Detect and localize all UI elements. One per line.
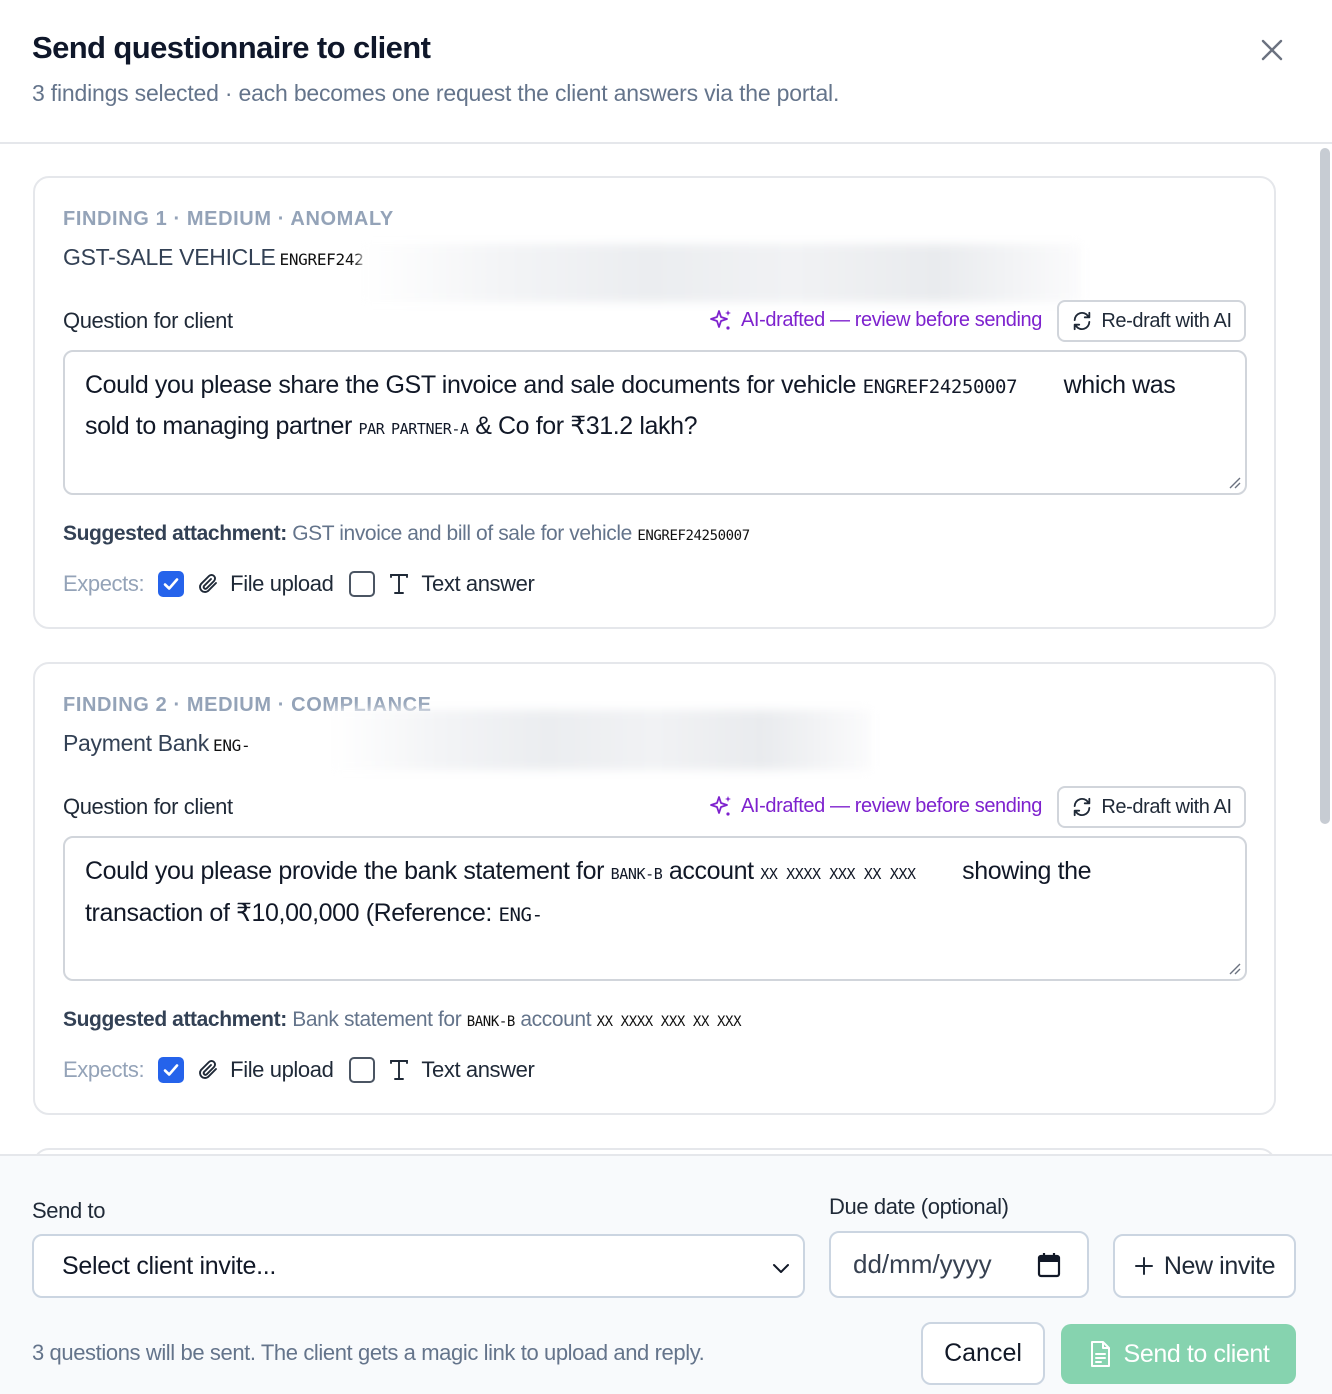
footer-note: 3 questions will be sent. The client get…: [32, 1340, 705, 1365]
dialog-title: Send questionnaire to client: [32, 30, 431, 65]
redraft-label: Re-draft with AI: [1101, 795, 1232, 818]
file-upload-checkbox[interactable]: [158, 571, 185, 597]
cancel-button[interactable]: Cancel: [921, 1322, 1045, 1385]
question-text: transaction of ₹10,00,000 (Reference:: [85, 899, 492, 927]
due-date-input[interactable]: dd/mm/yyyy: [829, 1231, 1089, 1298]
question-text: & Co for ₹31.2 lakh?: [475, 412, 698, 440]
question-text: which was: [1063, 371, 1176, 399]
expects-label: Expects:: [63, 1057, 145, 1082]
ai-drafted-text: AI-drafted — review before sending: [740, 794, 1042, 817]
expects-row: Expects: File upload Text answer: [63, 568, 535, 600]
question-text: showing the: [962, 857, 1092, 885]
question-partner: PARTNER-A: [390, 420, 469, 438]
suggested-attachment: Suggested attachment: Bank statement for…: [63, 1008, 742, 1032]
file-upload-checkbox[interactable]: [158, 1057, 185, 1083]
paperclip-icon: [194, 1058, 222, 1082]
client-invite-value: Select client invite...: [62, 1252, 277, 1280]
question-ref: ENGREF24250007: [862, 376, 1018, 398]
expects-row: Expects: File upload Text answer: [63, 1054, 535, 1086]
ai-drafted-badge: AI-drafted — review before sending: [709, 794, 1042, 818]
dialog-footer: Send to Select client invite... Due date…: [0, 1154, 1332, 1394]
new-invite-label: New invite: [1163, 1251, 1276, 1280]
sparkle-icon: [710, 310, 731, 330]
finding-title-text: GST-SALE VEHICLE: [63, 244, 276, 270]
question-text: sold to managing partner: [85, 412, 352, 440]
question-label: Question for client: [63, 794, 233, 819]
attachment-ref: ENGREF24250007: [637, 528, 750, 544]
question-partner: PAR: [358, 420, 385, 438]
resize-handle-icon[interactable]: [1227, 961, 1241, 975]
attachment-account: XX XXXX XXX XX XXX: [596, 1014, 742, 1030]
expects-label: Expects:: [63, 571, 145, 596]
refresh-icon: [1074, 311, 1091, 331]
paperclip-icon: [194, 572, 222, 596]
checkmark-icon: [163, 578, 179, 590]
send-to-client-button[interactable]: Send to client: [1061, 1324, 1296, 1384]
text-answer-checkbox[interactable]: [349, 1057, 376, 1083]
question-text: Could you please provide the bank statem…: [85, 857, 605, 885]
refresh-icon: [1074, 797, 1091, 817]
text-type-icon: [385, 1058, 413, 1082]
text-answer-label: Text answer: [421, 571, 535, 596]
resize-handle-icon[interactable]: [1227, 475, 1241, 489]
ai-drafted-badge: AI-drafted — review before sending: [709, 308, 1042, 332]
attachment-text: GST invoice and bill of sale for vehicle: [292, 522, 632, 545]
findings-list[interactable]: FINDING 1 · MEDIUM · ANOMALY GST-SALE VE…: [0, 146, 1332, 1154]
finding-card: FINDING 2 · MEDIUM · COMPLIANCE Payment …: [33, 662, 1276, 1115]
text-answer-label: Text answer: [421, 1057, 535, 1082]
redraft-label: Re-draft with AI: [1101, 309, 1232, 332]
finding-card: FINDING 1 · MEDIUM · ANOMALY GST-SALE VE…: [33, 176, 1276, 629]
question-text: account: [668, 857, 754, 885]
new-invite-button[interactable]: New invite: [1113, 1234, 1296, 1298]
dialog-header: Send questionnaire to client 3 findings …: [0, 0, 1332, 144]
redacted-area: [331, 710, 871, 770]
attachment-label: Suggested attachment:: [63, 522, 287, 545]
finding-label: FINDING 1 · MEDIUM · ANOMALY: [63, 208, 394, 230]
client-invite-select[interactable]: Select client invite...: [32, 1234, 805, 1298]
suggested-attachment: Suggested attachment: GST invoice and bi…: [63, 522, 750, 546]
question-text: Could you please share the GST invoice a…: [85, 371, 857, 399]
due-date-placeholder: dd/mm/yyyy: [853, 1249, 992, 1279]
scrollbar-thumb[interactable]: [1320, 148, 1330, 824]
calendar-icon[interactable]: [1037, 1252, 1061, 1278]
attachment-text: account: [520, 1008, 592, 1031]
redraft-button[interactable]: Re-draft with AI: [1057, 300, 1246, 342]
finding-title: Payment Bank ENG-: [63, 730, 251, 757]
attachment-label: Suggested attachment:: [63, 1008, 287, 1031]
document-icon: [1090, 1341, 1110, 1367]
question-account: XX XXXX XXX XX XXX: [760, 865, 916, 883]
finding-ref: ENGREF242: [279, 250, 364, 269]
text-answer-checkbox[interactable]: [349, 571, 376, 597]
send-to-label: Send to: [32, 1198, 106, 1223]
redacted-area: [361, 244, 1081, 302]
due-date-label: Due date (optional): [829, 1194, 1009, 1219]
file-upload-label: File upload: [230, 1057, 334, 1082]
question-label: Question for client: [63, 308, 233, 333]
sparkle-icon: [710, 796, 731, 816]
finding-title-text: Payment Bank: [63, 730, 209, 756]
finding-ref: ENG-: [212, 736, 251, 755]
question-textarea[interactable]: Could you please provide the bank statem…: [63, 836, 1247, 981]
send-label: Send to client: [1123, 1339, 1270, 1368]
question-ref: ENG-: [498, 904, 543, 926]
finding-title: GST-SALE VEHICLE ENGREF242: [63, 244, 364, 271]
attachment-bank: BANK-B: [466, 1014, 516, 1030]
close-button[interactable]: [1256, 34, 1288, 66]
question-textarea[interactable]: Could you please share the GST invoice a…: [63, 350, 1247, 495]
checkmark-icon: [163, 1064, 179, 1076]
dialog-subtitle: 3 findings selected · each becomes one r…: [32, 80, 840, 106]
cancel-label: Cancel: [944, 1339, 1022, 1367]
close-icon: [1261, 39, 1283, 61]
ai-drafted-text: AI-drafted — review before sending: [740, 308, 1042, 331]
redraft-button[interactable]: Re-draft with AI: [1057, 786, 1246, 828]
plus-icon: [1134, 1257, 1153, 1275]
question-bank: BANK-B: [610, 865, 663, 883]
attachment-text: Bank statement for: [292, 1008, 462, 1031]
chevron-down-icon: [773, 1264, 789, 1273]
file-upload-label: File upload: [230, 571, 334, 596]
text-type-icon: [385, 572, 413, 596]
